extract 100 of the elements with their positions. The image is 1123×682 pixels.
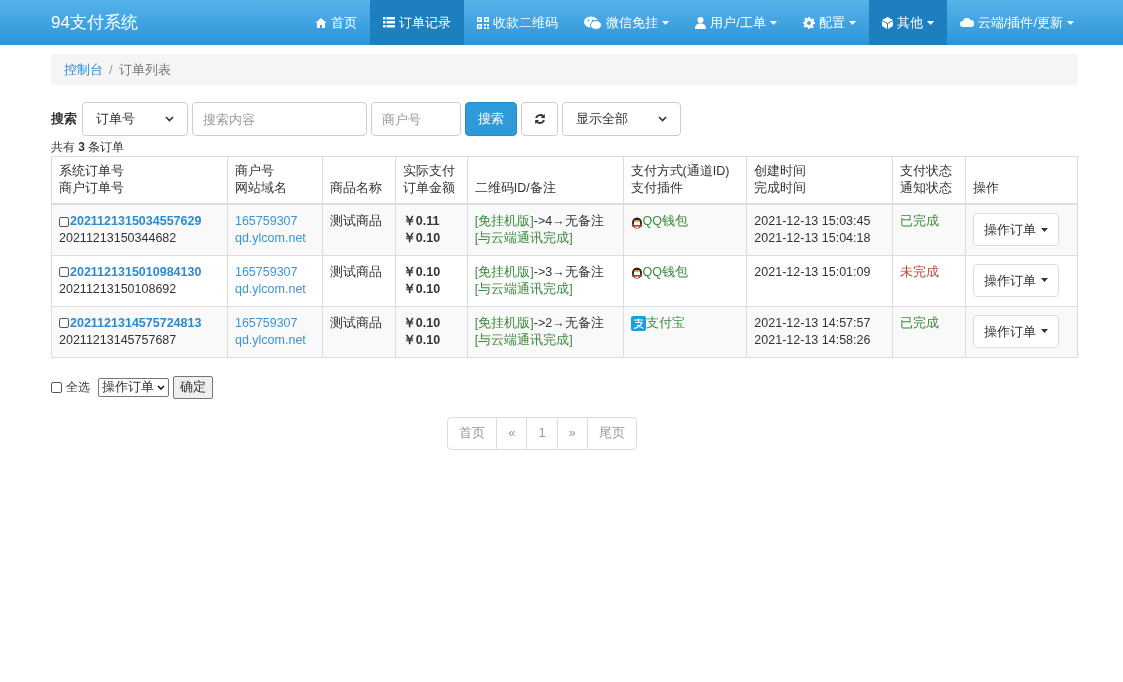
created-time: 2021-12-13 15:01:09 xyxy=(754,263,871,281)
remark-text: ->3→无备注 xyxy=(533,263,604,281)
select-all-label: 全选 xyxy=(66,379,90,396)
merchant-id-link[interactable]: 165759307 xyxy=(234,213,298,230)
chevron-icon xyxy=(658,116,667,122)
merchant-order-number: 20211213150108692 xyxy=(59,280,178,298)
column-header: 支付方式(通道ID) 支付插件 xyxy=(630,163,731,197)
merchant-id-link[interactable]: 165759307 xyxy=(234,263,298,281)
merchant-order-number: 20211213150344682 xyxy=(59,230,178,247)
breadcrumb-item: 订单列表 xyxy=(118,60,171,79)
chevron-icon xyxy=(165,116,174,122)
column-header: 支付状态 通知状态 xyxy=(900,163,954,197)
merchant-order-number: 20211213145757687 xyxy=(59,331,178,349)
row-checkbox[interactable] xyxy=(59,216,69,227)
select-all-checkbox[interactable] xyxy=(51,381,62,393)
payment-method: 支付宝 xyxy=(645,314,685,332)
merchant-id-link[interactable]: 165759307 xyxy=(234,314,298,332)
confirm-button[interactable]: 确定 xyxy=(173,375,213,399)
search-label: 搜索 xyxy=(51,110,77,129)
remark-tag: [免挂机版] xyxy=(474,213,534,230)
completed-time: 2021-12-13 14:58:26 xyxy=(754,331,871,349)
payment-status: 已完成 xyxy=(900,314,940,332)
qr-code-icon xyxy=(477,16,490,29)
domain-link[interactable]: qd.ylcom.net xyxy=(234,331,306,349)
payment-method: QQ钱包 xyxy=(642,263,688,281)
caret-icon xyxy=(1041,329,1049,333)
nav-tab[interactable]: 配置 xyxy=(789,0,869,45)
pagination-link[interactable]: 尾页 xyxy=(586,416,637,450)
list-icon xyxy=(383,17,396,28)
pagination-link[interactable]: 1 xyxy=(526,416,558,450)
created-time: 2021-12-13 15:03:45 xyxy=(754,213,871,230)
paid-amount: ￥0.10 xyxy=(402,263,441,281)
nav-tab[interactable]: 用户/工单 xyxy=(682,0,790,45)
column-header: 商品名称 xyxy=(329,180,383,197)
chat-bubbles-icon xyxy=(584,15,603,30)
order-amount: ￥0.10 xyxy=(402,331,441,349)
column-header: 创建时间 完成时间 xyxy=(754,163,808,197)
column-header: 商户号 网站域名 xyxy=(234,163,288,197)
created-time: 2021-12-13 14:57:57 xyxy=(754,314,871,332)
penguin-icon xyxy=(630,265,643,279)
breadcrumb-item[interactable]: 控制台 xyxy=(64,59,103,80)
caret-icon xyxy=(1041,278,1049,282)
remark-tag: [免挂机版] xyxy=(474,263,534,281)
order-link[interactable]: 2021121314575724813 xyxy=(70,314,202,332)
row-checkbox[interactable] xyxy=(59,267,69,277)
product-name: 测试商品 xyxy=(329,213,383,230)
remark-status: [与云端通讯完成] xyxy=(474,230,573,247)
breadcrumb-separator: / xyxy=(109,60,113,79)
column-header: 二维码ID/备注 xyxy=(474,180,557,197)
nav-tab[interactable]: 首页 xyxy=(302,0,371,45)
action-dropdown-button[interactable]: 操作订单 xyxy=(973,213,1060,246)
order-link[interactable]: 2021121315034557629 xyxy=(70,213,202,230)
alipay-icon xyxy=(630,315,646,331)
cloud-icon xyxy=(959,18,974,27)
remark-text: ->2→无备注 xyxy=(533,314,604,332)
order-amount: ￥0.10 xyxy=(402,230,441,247)
merchant-field[interactable]: 商户号 xyxy=(371,102,461,136)
pagination-link[interactable]: « xyxy=(496,416,528,450)
order-count: 共有 3 条订单 xyxy=(51,139,126,156)
nav-tab[interactable]: 订单记录 xyxy=(370,0,465,45)
nav-tab[interactable]: 微信免挂 xyxy=(571,0,683,45)
remark-status: [与云端通讯完成] xyxy=(474,331,573,349)
product-name: 测试商品 xyxy=(329,263,383,281)
chevron-icon xyxy=(157,384,165,390)
nav-tab[interactable]: 其他 xyxy=(868,0,947,45)
pagination-link[interactable]: 首页 xyxy=(447,416,498,450)
domain-link[interactable]: qd.ylcom.net xyxy=(234,280,306,298)
payment-status: 未完成 xyxy=(900,263,940,281)
brand-title[interactable]: 94支付系统 xyxy=(51,9,138,36)
action-dropdown-button[interactable]: 操作订单 xyxy=(973,263,1060,297)
product-name: 测试商品 xyxy=(329,314,383,332)
refresh-button[interactable] xyxy=(521,102,558,136)
completed-time: 2021-12-13 15:04:18 xyxy=(754,230,871,247)
home-icon xyxy=(315,16,328,29)
paid-amount: ￥0.11 xyxy=(402,213,440,230)
column-header: 实际支付 订单金额 xyxy=(402,163,456,197)
refresh-icon xyxy=(533,113,546,125)
settings-icon xyxy=(802,16,815,29)
row-checkbox[interactable] xyxy=(59,318,69,328)
payment-method: QQ钱包 xyxy=(642,213,688,230)
remark-status: [与云端通讯完成] xyxy=(474,280,573,298)
order-amount: ￥0.10 xyxy=(402,280,441,298)
remark-text: ->4→无备注 xyxy=(533,213,604,230)
search-field[interactable]: 搜索内容 xyxy=(192,102,367,136)
paid-amount: ￥0.10 xyxy=(402,314,441,332)
column-header: 系统订单号 商户订单号 xyxy=(59,163,125,197)
action-dropdown-button[interactable]: 操作订单 xyxy=(973,314,1060,348)
pagination-link[interactable]: » xyxy=(556,416,588,450)
search-button[interactable]: 搜索 xyxy=(465,102,517,136)
payment-status: 已完成 xyxy=(900,213,940,230)
nav-tab[interactable]: 收款二维码 xyxy=(464,0,572,45)
domain-link[interactable]: qd.ylcom.net xyxy=(234,230,306,247)
remark-tag: [免挂机版] xyxy=(474,314,534,332)
nav-tab[interactable]: 云端/插件/更新 xyxy=(946,0,1087,45)
user-icon xyxy=(695,16,707,29)
filter-select[interactable]: 显示全部 xyxy=(562,102,681,136)
bulk-action-select[interactable]: 操作订单 xyxy=(98,377,169,397)
column-header: 操作 xyxy=(973,180,1001,197)
order-link[interactable]: 2021121315010984130 xyxy=(70,263,202,281)
search-type-select[interactable]: 订单号 xyxy=(82,102,188,136)
